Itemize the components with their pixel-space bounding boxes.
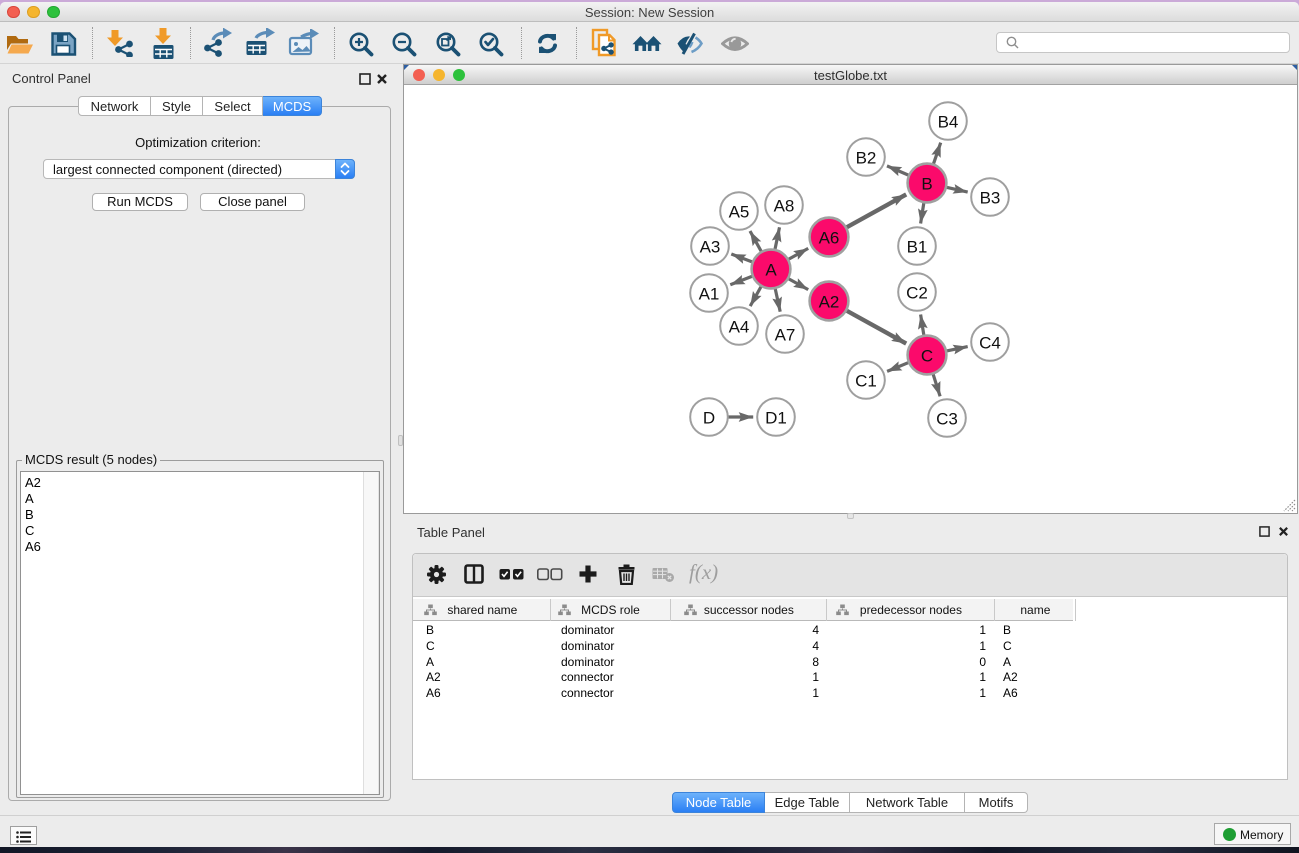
svg-text:C4: C4: [979, 334, 1001, 353]
svg-text:C1: C1: [855, 372, 877, 391]
svg-text:A: A: [765, 261, 777, 280]
svg-text:A7: A7: [775, 326, 796, 345]
svg-text:C2: C2: [906, 284, 928, 303]
svg-text:A2: A2: [819, 293, 840, 312]
svg-text:D1: D1: [765, 409, 787, 428]
svg-text:A8: A8: [774, 197, 795, 216]
svg-text:C: C: [921, 347, 933, 366]
svg-text:B: B: [921, 175, 932, 194]
svg-text:A3: A3: [700, 238, 721, 257]
svg-text:A4: A4: [729, 318, 750, 337]
svg-text:D: D: [703, 409, 715, 428]
svg-text:C3: C3: [936, 410, 958, 429]
svg-text:B1: B1: [907, 238, 928, 257]
svg-text:B4: B4: [938, 113, 959, 132]
svg-text:A5: A5: [729, 203, 750, 222]
svg-text:B3: B3: [980, 189, 1001, 208]
svg-text:A6: A6: [819, 229, 840, 248]
svg-text:B2: B2: [856, 149, 877, 168]
svg-text:A1: A1: [699, 285, 720, 304]
